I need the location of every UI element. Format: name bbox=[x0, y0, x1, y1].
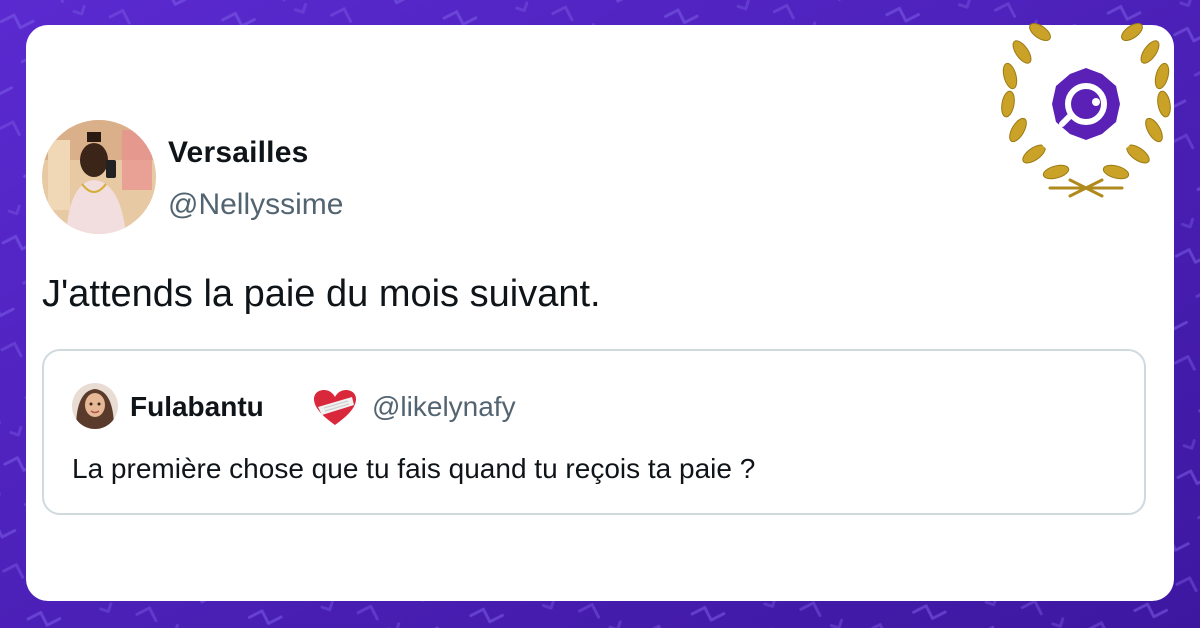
quoted-tweet-text: La première chose que tu fais quand tu r… bbox=[72, 453, 756, 484]
quoted-author-name[interactable]: Fulabantu bbox=[130, 391, 264, 423]
tweet-text: J'attends la paie du mois suivant. bbox=[42, 273, 601, 315]
quoted-tweet[interactable]: Fulabantu @likelynafy La première chose … bbox=[42, 349, 1146, 515]
quoted-author-handle[interactable]: @likelynafy bbox=[372, 391, 516, 423]
laurel-badge bbox=[1001, 23, 1171, 198]
quoted-author-avatar[interactable] bbox=[72, 383, 118, 429]
author-handle[interactable]: @Nellyssime bbox=[168, 188, 343, 222]
bandaged-heart-icon bbox=[314, 390, 356, 425]
author-avatar[interactable] bbox=[42, 120, 156, 234]
author-name[interactable]: Versailles bbox=[168, 136, 308, 170]
